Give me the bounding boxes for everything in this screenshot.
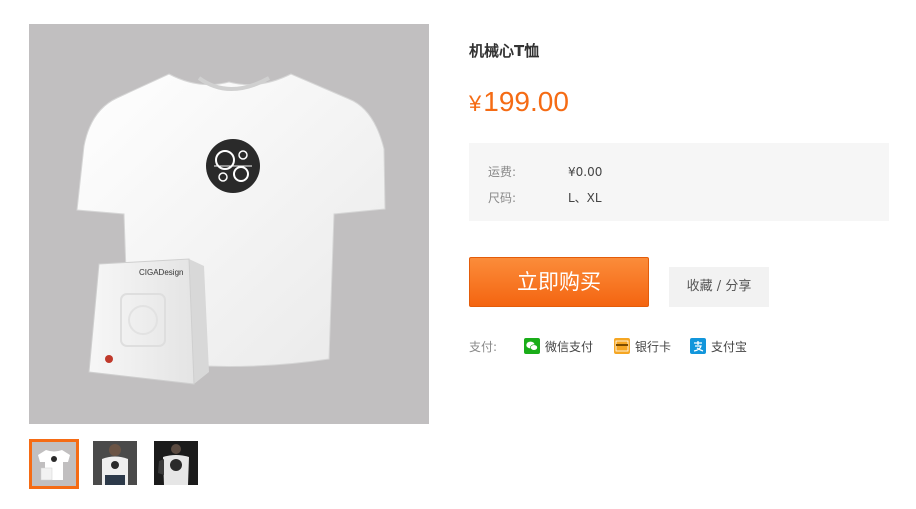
payment-method-label: 微信支付 bbox=[545, 339, 594, 354]
product-gallery: CIGADesign bbox=[29, 24, 429, 489]
thumbnail-model-front[interactable] bbox=[93, 441, 137, 485]
payment-methods: 支付: 微信支付 银行卡 支付宝 bbox=[469, 336, 889, 356]
wechat-pay-icon bbox=[524, 338, 540, 354]
spec-label: 尺码: bbox=[488, 191, 517, 205]
bank-card-icon bbox=[614, 338, 630, 354]
spec-row-shipping: 运费: ¥0.00 bbox=[488, 163, 602, 180]
product-price: ¥199.00 bbox=[469, 86, 569, 118]
spec-row-size: 尺码: L、XL bbox=[488, 189, 602, 206]
spec-value: L、XL bbox=[568, 191, 602, 205]
payment-method-label: 支付宝 bbox=[711, 339, 748, 354]
payment-alipay[interactable]: 支付宝 bbox=[690, 336, 747, 356]
price-currency-symbol: ¥ bbox=[469, 91, 482, 116]
favorite-share-button[interactable]: 收藏 / 分享 bbox=[669, 267, 769, 307]
payment-bank-card[interactable]: 银行卡 bbox=[614, 336, 671, 356]
spec-value: ¥0.00 bbox=[568, 165, 603, 179]
thumbnail-strip bbox=[29, 439, 429, 509]
spec-label: 运费: bbox=[488, 165, 517, 179]
thumbnail-tshirt-with-box[interactable] bbox=[29, 439, 79, 489]
alipay-icon bbox=[690, 338, 706, 354]
payment-method-label: 银行卡 bbox=[635, 339, 672, 354]
ciga-design-box: CIGADesign bbox=[88, 258, 209, 385]
payment-wechat[interactable]: 微信支付 bbox=[524, 336, 593, 356]
spec-panel: 运费: ¥0.00 尺码: L、XL bbox=[469, 143, 889, 221]
product-title: 机械心T恤 bbox=[469, 42, 540, 60]
price-value: 199.00 bbox=[483, 86, 569, 117]
thumbnail-model-dark[interactable] bbox=[154, 441, 198, 485]
main-product-image: CIGADesign bbox=[29, 24, 429, 424]
mechanical-heart-logo bbox=[206, 139, 260, 193]
box-brand-text: CIGADesign bbox=[139, 268, 183, 277]
active-thumbnail-arrow bbox=[52, 439, 66, 442]
buy-now-button[interactable]: 立即购买 bbox=[469, 257, 649, 307]
tshirt-illustration: CIGADesign bbox=[76, 73, 386, 385]
payment-label: 支付: bbox=[469, 340, 498, 354]
